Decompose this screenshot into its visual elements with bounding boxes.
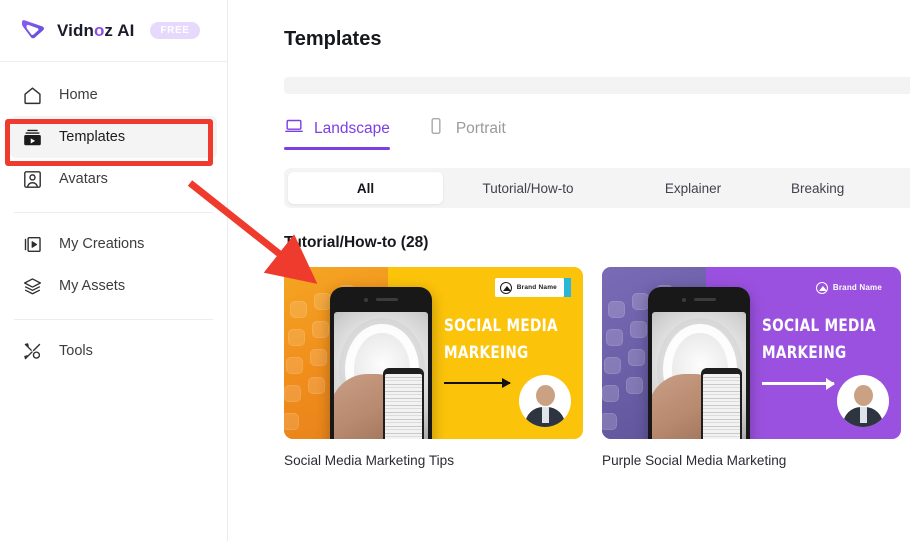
filter-pill-breaking[interactable]: Breaking: [773, 172, 862, 204]
inner-phone: [700, 367, 743, 439]
template-thumbnail[interactable]: Brand Name Social Media Markeing: [602, 267, 901, 439]
sidebar-item-label: Tools: [59, 343, 93, 359]
brand-chip: Brand Name: [811, 278, 889, 297]
avatar-body: [525, 407, 565, 427]
phone-mockup: [648, 287, 750, 439]
section-title: Tutorial/How-to (28): [284, 234, 429, 251]
filter-pill-tutorial-how-to[interactable]: Tutorial/How-to: [443, 172, 613, 204]
tab-landscape[interactable]: Landscape: [284, 116, 390, 150]
avatar-body: [843, 407, 883, 427]
sidebar-item-label: My Assets: [59, 278, 126, 294]
promo-banner-placeholder[interactable]: [284, 77, 910, 94]
avatar-person-icon: [21, 168, 43, 190]
brand-header[interactable]: Vidnoz AI FREE: [0, 0, 227, 62]
phone-screen: [652, 312, 746, 439]
thumbnail-headline: Social Media Markeing: [444, 313, 558, 366]
headline-line-1: Social Media: [444, 316, 558, 335]
tab-portrait-label: Portrait: [455, 119, 506, 137]
thumbnail-arrow-icon: [444, 378, 511, 388]
filter-pill-all[interactable]: All: [288, 172, 443, 204]
layers-stack-icon: [21, 275, 43, 297]
headline-line-2: Markeing: [444, 342, 529, 362]
app-root: Vidnoz AI FREE Home Templates Avatars My…: [0, 0, 910, 541]
headline-line-2: Markeing: [762, 342, 847, 362]
home-icon: [21, 84, 43, 106]
brand-accent-bar: [564, 278, 571, 297]
inner-phone: [382, 367, 425, 439]
template-card-grid: Brand Name Social Media Markeing Social …: [284, 267, 910, 468]
sidebar-secondary-nav: My Creations My Assets: [0, 213, 227, 307]
plan-badge-free[interactable]: FREE: [150, 22, 200, 39]
my-creations-play-icon: [21, 233, 43, 255]
phone-notch: [330, 296, 432, 303]
orientation-tabs: Landscape Portrait: [284, 116, 910, 150]
templates-video-icon: [21, 126, 43, 148]
brand-name: Vidnoz AI: [57, 20, 135, 40]
main-content: Templates Landscape Portrait All Tutoria…: [228, 0, 910, 541]
sidebar-item-my-creations[interactable]: My Creations: [10, 223, 217, 265]
sidebar-item-my-assets[interactable]: My Assets: [10, 265, 217, 307]
tab-portrait[interactable]: Portrait: [426, 116, 506, 150]
template-thumbnail[interactable]: Brand Name Social Media Markeing: [284, 267, 583, 439]
template-card[interactable]: Brand Name Social Media Markeing Social …: [284, 267, 583, 468]
vidnoz-v-logo-icon: [18, 16, 48, 46]
brand-chip-label: Brand Name: [832, 283, 882, 292]
brand-chip: Brand Name: [494, 278, 564, 297]
sidebar-item-label: My Creations: [59, 236, 145, 252]
thumbnail-brand-badge: Brand Name: [811, 278, 889, 297]
sidebar-item-home[interactable]: Home: [10, 74, 217, 116]
phone-notch: [648, 296, 750, 303]
sidebar-item-templates[interactable]: Templates: [10, 116, 217, 158]
template-card[interactable]: Brand Name Social Media Markeing Purple …: [602, 267, 901, 468]
sidebar-item-label: Avatars: [59, 171, 108, 187]
thumbnail-headline: Social Media Markeing: [762, 313, 876, 366]
brand-name-accent-o: o: [93, 20, 105, 40]
brand-mark-icon: [815, 281, 828, 294]
phone-icon: [426, 116, 446, 141]
sidebar-primary-nav: Home Templates Avatars: [0, 62, 227, 200]
tab-landscape-label: Landscape: [314, 119, 390, 137]
sidebar: Vidnoz AI FREE Home Templates Avatars My…: [0, 0, 228, 541]
brand-chip-label: Brand Name: [516, 284, 557, 291]
category-filter-bar: All Tutorial/How-to Explainer Breaking: [284, 168, 910, 208]
thumbnail-brand-badge: Brand Name: [494, 278, 571, 297]
tools-wrench-icon: [21, 340, 43, 362]
sidebar-item-tools[interactable]: Tools: [10, 330, 217, 372]
template-card-caption: Purple Social Media Marketing: [602, 453, 787, 468]
page-title: Templates: [284, 28, 382, 50]
sidebar-item-label: Home: [59, 87, 98, 103]
template-card-caption: Social Media Marketing Tips: [284, 453, 454, 468]
laptop-icon: [284, 116, 304, 141]
phone-screen: [334, 312, 428, 439]
sidebar-item-label: Templates: [59, 129, 126, 145]
thumbnail-presenter-avatar: [837, 375, 889, 427]
thumbnail-arrow-icon: [762, 377, 835, 390]
brand-mark-icon: [499, 281, 512, 294]
filter-pill-explainer[interactable]: Explainer: [613, 172, 773, 204]
sidebar-item-avatars[interactable]: Avatars: [10, 158, 217, 200]
avatar-head: [535, 384, 555, 406]
thumbnail-presenter-avatar: [519, 375, 571, 427]
headline-line-1: Social Media: [762, 316, 876, 335]
sidebar-tertiary-nav: Tools: [0, 320, 227, 372]
phone-mockup: [330, 287, 432, 439]
avatar-head: [853, 384, 873, 406]
